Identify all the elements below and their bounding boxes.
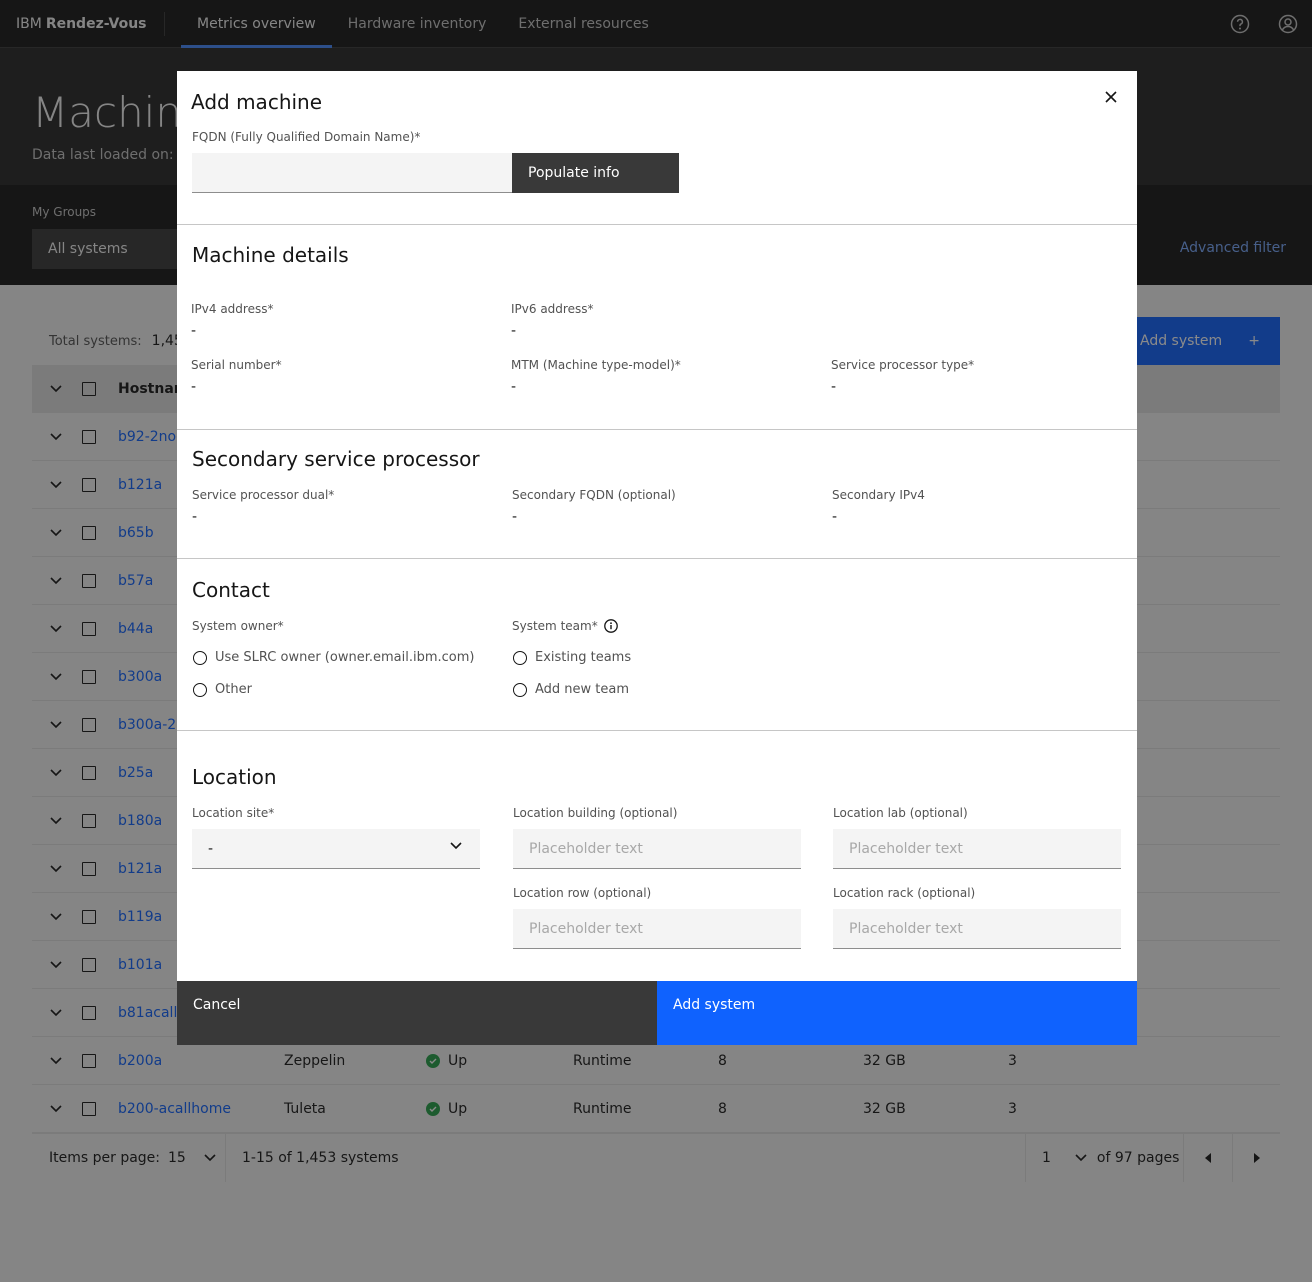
radio-circle xyxy=(193,650,207,665)
sec-fqdn-value: - xyxy=(512,509,518,525)
location-lab-label: Location lab (optional) xyxy=(833,806,968,820)
chevron-down-icon xyxy=(450,842,462,850)
radio-circle xyxy=(193,682,207,697)
location-row-label: Location row (optional) xyxy=(513,886,652,900)
serial-label: Serial number* xyxy=(191,358,282,372)
owner-radio-other-label: Other xyxy=(215,682,252,697)
ipv6-label: IPv6 address* xyxy=(511,302,594,316)
divider xyxy=(177,224,1137,225)
location-building-input[interactable]: Placeholder text xyxy=(513,829,801,869)
owner-radio-slrc-label: Use SLRC owner (owner.email.ibm.com) xyxy=(215,650,475,665)
close-icon[interactable] xyxy=(1103,89,1119,105)
ipv4-value: - xyxy=(191,323,197,339)
sp-type-value: - xyxy=(831,379,837,395)
location-building-label: Location building (optional) xyxy=(513,806,678,820)
team-radio-existing[interactable]: Existing teams xyxy=(513,650,631,665)
mtm-label: MTM (Machine type-model)* xyxy=(511,358,681,372)
fqdn-input[interactable] xyxy=(192,153,512,193)
divider xyxy=(177,730,1137,731)
secondary-sp-title: Secondary service processor xyxy=(192,447,480,471)
location-lab-input[interactable]: Placeholder text xyxy=(833,829,1121,869)
system-team-label: System team* xyxy=(512,619,598,633)
serial-value: - xyxy=(191,379,197,395)
divider xyxy=(177,429,1137,430)
cancel-button[interactable]: Cancel xyxy=(177,981,657,1045)
fqdn-label: FQDN (Fully Qualified Domain Name)* xyxy=(192,130,421,144)
populate-info-button[interactable]: Populate info xyxy=(512,153,679,193)
location-site-label: Location site* xyxy=(192,806,275,820)
machine-details-title: Machine details xyxy=(192,243,349,267)
sp-dual-label: Service processor dual* xyxy=(192,488,335,502)
contact-title: Contact xyxy=(192,578,270,602)
location-row-input[interactable]: Placeholder text xyxy=(513,909,801,949)
sec-fqdn-label: Secondary FQDN (optional) xyxy=(512,488,676,502)
sec-ipv4-value: - xyxy=(832,509,838,525)
owner-radio-other[interactable]: Other xyxy=(193,682,252,697)
location-site-select[interactable]: - xyxy=(192,829,480,869)
location-rack-input[interactable]: Placeholder text xyxy=(833,909,1121,949)
submit-add-system-button[interactable]: Add system xyxy=(657,981,1137,1045)
info-icon[interactable] xyxy=(604,618,618,637)
owner-radio-slrc[interactable]: Use SLRC owner (owner.email.ibm.com) xyxy=(193,650,474,665)
team-radio-existing-label: Existing teams xyxy=(535,650,632,665)
location-title: Location xyxy=(192,765,277,789)
ipv4-label: IPv4 address* xyxy=(191,302,274,316)
ipv6-value: - xyxy=(511,323,517,339)
radio-circle xyxy=(513,650,527,665)
sp-dual-value: - xyxy=(192,509,198,525)
sec-ipv4-label: Secondary IPv4 xyxy=(832,488,925,502)
team-radio-new-label: Add new team xyxy=(535,682,630,697)
add-machine-modal: Add machine FQDN (Fully Qualified Domain… xyxy=(177,71,1137,1045)
system-owner-label: System owner* xyxy=(192,619,284,633)
location-site-value: - xyxy=(208,840,214,857)
sp-type-label: Service processor type* xyxy=(831,358,975,372)
mtm-value: - xyxy=(511,379,517,395)
modal-title: Add machine xyxy=(191,90,323,114)
location-rack-label: Location rack (optional) xyxy=(833,886,976,900)
divider xyxy=(177,558,1137,559)
team-radio-new[interactable]: Add new team xyxy=(513,682,629,697)
radio-circle xyxy=(513,682,527,697)
